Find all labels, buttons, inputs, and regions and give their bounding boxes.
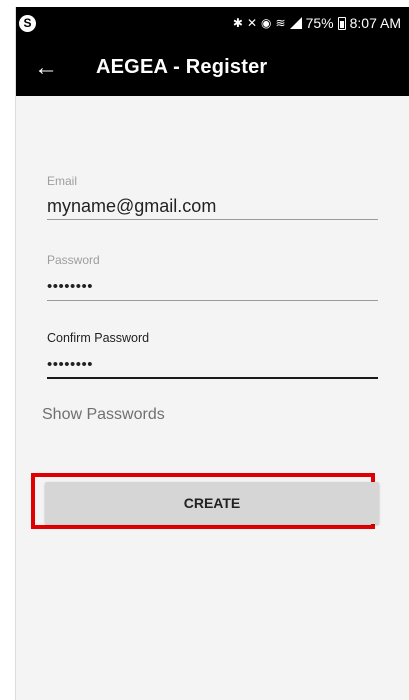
password-field[interactable]: •••••••• (47, 273, 378, 301)
password-label: Password (47, 253, 100, 267)
email-label: Email (47, 174, 78, 188)
wifi-icon: ≋ (275, 16, 286, 30)
arrow-left-icon[interactable]: ← (18, 39, 74, 96)
bluetooth-icon: ✱ (232, 16, 243, 30)
show-passwords-toggle[interactable]: Show Passwords (42, 406, 165, 424)
alarm-icon: ◉ (261, 16, 272, 30)
status-right: ✱ ✕ ◉ ≋ 75% 8:07 AM (233, 15, 401, 31)
mute-icon: ✕ (246, 16, 258, 30)
app-bar: ← AEGEA - Register (16, 39, 409, 96)
skype-icon: S (19, 14, 36, 32)
confirm-password-label: Confirm Password (47, 331, 150, 345)
status-left: S (19, 14, 36, 32)
password-field-group: Password •••••••• (47, 253, 378, 301)
status-time: 8:07 AM (349, 15, 401, 31)
page-title: AEGEA - Register (96, 56, 268, 78)
battery-icon (337, 16, 346, 30)
email-field[interactable]: myname@gmail.com (47, 192, 378, 220)
status-bar: S ✱ ✕ ◉ ≋ 75% 8:07 AM (16, 7, 409, 39)
signal-icon (289, 17, 302, 29)
create-button[interactable]: CREATE (45, 482, 379, 524)
battery-percent: 75% (305, 15, 334, 31)
confirm-password-field[interactable]: •••••••• (47, 351, 378, 379)
confirm-password-field-group: Confirm Password •••••••• (47, 331, 378, 379)
phone-screen: S ✱ ✕ ◉ ≋ 75% 8:07 AM ← AEGEA - Register… (15, 7, 409, 700)
email-field-group: Email myname@gmail.com (47, 174, 378, 220)
